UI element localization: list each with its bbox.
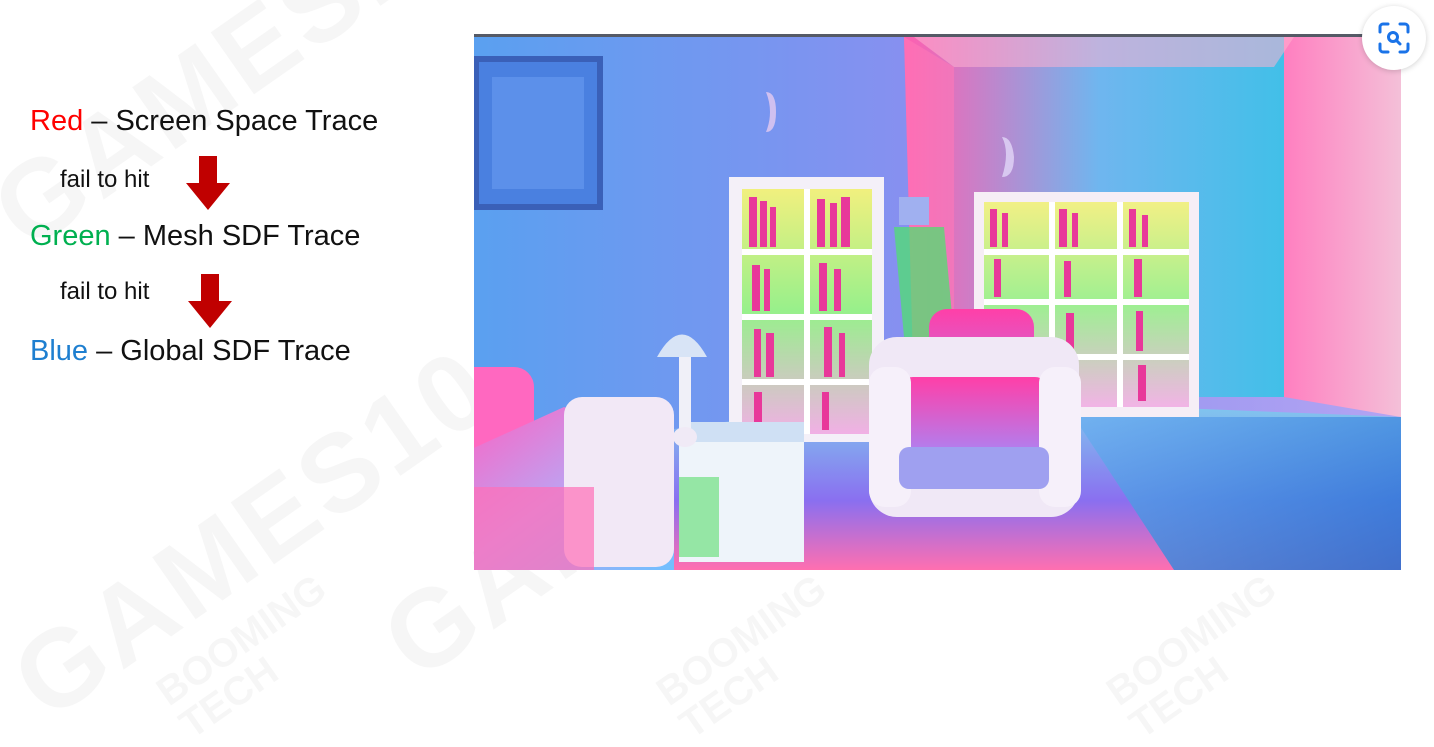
visual-search-icon bbox=[1378, 22, 1410, 54]
down-arrow-icon-2 bbox=[188, 274, 232, 328]
legend-red-text: – Screen Space Trace bbox=[83, 105, 379, 137]
legend-green-word: Green bbox=[30, 220, 111, 252]
fail-to-hit-label-1: fail to hit bbox=[60, 166, 150, 193]
watermark-booming-3: BOOMINGTECH bbox=[1100, 568, 1306, 746]
watermark-booming-2: BOOMINGTECH bbox=[650, 568, 856, 746]
legend-red-line: Red – Screen Space Trace bbox=[30, 105, 378, 138]
visual-search-button[interactable] bbox=[1362, 6, 1426, 70]
legend-red-word: Red bbox=[30, 105, 84, 137]
legend-green-line: Green – Mesh SDF Trace bbox=[30, 220, 360, 253]
watermark-booming-1: BOOMINGTECH bbox=[150, 568, 356, 746]
down-arrow-icon-1 bbox=[186, 156, 230, 210]
legend-blue-text: – Global SDF Trace bbox=[88, 335, 351, 367]
legend-blue-word: Blue bbox=[30, 335, 89, 367]
legend-green-text: – Mesh SDF Trace bbox=[110, 220, 361, 252]
legend-blue-line: Blue – Global SDF Trace bbox=[30, 335, 351, 368]
fail-to-hit-label-2: fail to hit bbox=[60, 278, 150, 305]
scene-image bbox=[474, 34, 1401, 570]
scene-illustration bbox=[474, 37, 1401, 570]
